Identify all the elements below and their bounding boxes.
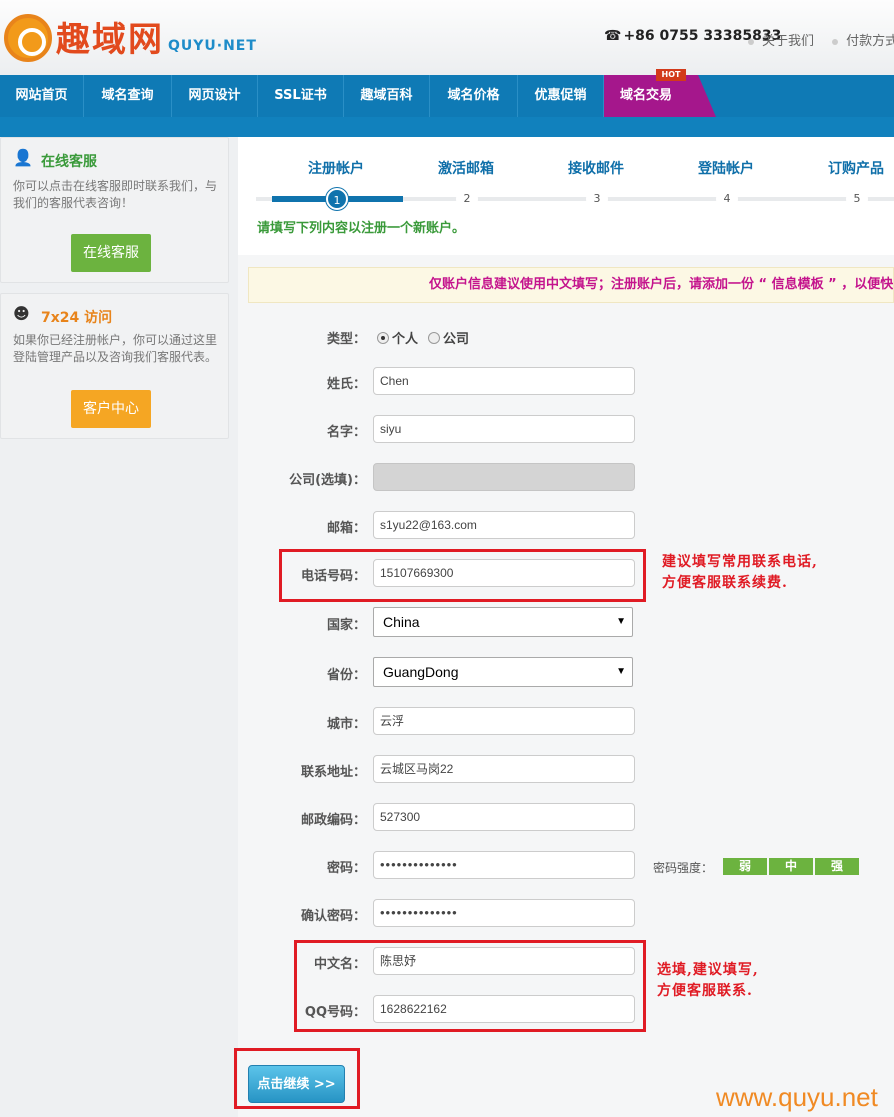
confirm-password-input[interactable]: •••••••••••••• xyxy=(373,899,635,927)
customer-center-title: 7x24 访问 xyxy=(41,310,113,326)
radio-company-label: 公司 xyxy=(443,332,470,347)
agent-icon: 👤 xyxy=(13,148,33,167)
radio-company[interactable]: 公司 xyxy=(428,328,469,347)
nav-promo[interactable]: 优惠促销 xyxy=(518,75,604,117)
optional-note-line-1: 选填,建议填写, xyxy=(657,962,759,978)
confirm-password-label: 确认密码： xyxy=(300,909,366,924)
email-label: 邮箱： xyxy=(326,521,366,536)
continue-button[interactable]: 点击继续 >> xyxy=(248,1065,345,1103)
hot-badge: HOT xyxy=(656,69,686,81)
phone-note-line-1: 建议填写常用联系电话, xyxy=(662,554,818,570)
radio-personal[interactable]: 个人 xyxy=(377,328,418,347)
strength-medium: 中 xyxy=(769,858,813,875)
online-service-text: 你可以点击在线客服即时联系我们，与我们的客服代表咨询！ xyxy=(13,179,218,210)
dropdown-arrow-icon: ▼ xyxy=(616,616,626,627)
step-label-login: 登陆帐户 xyxy=(698,161,754,177)
online-service-button[interactable]: 在线客服 xyxy=(71,234,151,272)
email-input[interactable]: s1yu22@163.com xyxy=(373,511,635,539)
site-logo[interactable]: 趣域网 QUYU·NET xyxy=(4,10,274,65)
top-links: 关于我们 付款方式 xyxy=(748,30,894,49)
country-select[interactable]: China ▼ xyxy=(373,607,633,637)
step-dot-4: 4 xyxy=(716,188,738,210)
nav-underline-strip xyxy=(0,117,894,137)
optional-note: 选填,建议填写, 方便客服联系. xyxy=(657,960,759,1002)
about-link[interactable]: 关于我们 xyxy=(748,34,814,49)
logo-subtext: QUYU·NET xyxy=(168,38,257,54)
step-label-register: 注册帐户 xyxy=(308,161,364,177)
optional-highlight-box xyxy=(294,940,646,1032)
phone-note: 建议填写常用联系电话, 方便客服联系续费. xyxy=(662,552,818,594)
password-input[interactable]: •••••••••••••• xyxy=(373,851,635,879)
type-label: 类型： xyxy=(326,332,366,347)
logo-q-icon xyxy=(4,14,52,62)
given-name-input[interactable]: siyu xyxy=(373,415,635,443)
form-hint: 请填写下列内容以注册一个新账户。 xyxy=(257,221,466,236)
online-service-title: 在线客服 xyxy=(41,154,97,170)
address-input[interactable]: 云城区马岗22 xyxy=(373,755,635,783)
city-input[interactable]: 云浮 xyxy=(373,707,635,735)
nav-home[interactable]: 网站首页 xyxy=(0,75,84,117)
step-label-receive: 接收邮件 xyxy=(568,161,624,177)
address-label: 联系地址： xyxy=(300,765,366,780)
phone-icon: ☎ xyxy=(604,28,622,44)
logo-text: 趣域网 xyxy=(56,20,164,60)
nav-domain-trade[interactable]: 域名交易 xyxy=(604,75,716,117)
country-value: China xyxy=(383,614,420,630)
info-notice: 仅账户信息建议使用中文填写；注册账户后，请添加一份 “ 信息模板 ” ，以便快速 xyxy=(248,267,894,303)
online-service-panel: 👤 在线客服 你可以点击在线客服即时联系我们，与我们的客服代表咨询！ 在线客服 xyxy=(0,137,229,283)
company-label: 公司(选填)： xyxy=(289,473,366,488)
customer-center-text: 如果你已经注册帐户，你可以通过这里登陆管理产品以及咨询我们客服代表。 xyxy=(13,333,218,364)
step-label-activate: 激活邮箱 xyxy=(438,161,494,177)
surname-label: 姓氏： xyxy=(326,377,366,392)
zip-label: 邮政编码： xyxy=(300,813,366,828)
company-input[interactable] xyxy=(373,463,635,491)
watermark: www.quyu.net xyxy=(716,1082,878,1112)
province-label: 省份： xyxy=(326,668,366,683)
surname-input[interactable]: Chen xyxy=(373,367,635,395)
dropdown-arrow-icon: ▼ xyxy=(616,666,626,677)
phone-note-line-2: 方便客服联系续费. xyxy=(662,575,788,591)
radio-checked-icon xyxy=(377,332,389,344)
nav-ssl[interactable]: SSL证书 xyxy=(258,75,344,117)
nav-pricing[interactable]: 域名价格 xyxy=(430,75,518,117)
country-label: 国家： xyxy=(326,618,366,633)
nav-wiki[interactable]: 趣域百科 xyxy=(344,75,430,117)
nav-web-design[interactable]: 网页设计 xyxy=(172,75,258,117)
zip-input[interactable]: 527300 xyxy=(373,803,635,831)
password-label: 密码： xyxy=(326,861,366,876)
phone-highlight-box xyxy=(279,549,646,602)
customer-center-panel: ☻ 7x24 访问 如果你已经注册帐户，你可以通过这里登陆管理产品以及咨询我们客… xyxy=(0,293,229,439)
strength-label: 密码强度： xyxy=(653,861,714,875)
step-label-order: 订购产品 xyxy=(828,161,884,177)
radio-unchecked-icon xyxy=(428,332,440,344)
strength-strong: 强 xyxy=(815,858,859,875)
optional-note-line-2: 方便客服联系. xyxy=(657,983,753,999)
payment-link[interactable]: 付款方式 xyxy=(832,34,894,49)
radio-personal-label: 个人 xyxy=(392,332,419,347)
step-dot-1: 1 xyxy=(326,188,348,210)
province-value: GuangDong xyxy=(383,664,459,680)
strength-weak: 弱 xyxy=(723,858,767,875)
step-dot-3: 3 xyxy=(586,188,608,210)
province-select[interactable]: GuangDong ▼ xyxy=(373,657,633,687)
step-dot-2: 2 xyxy=(456,188,478,210)
main-nav: 网站首页 域名查询 网页设计 SSL证书 趣域百科 域名价格 优惠促销 域名交易 xyxy=(0,75,894,117)
headset-icon: ☻ xyxy=(13,304,30,323)
city-label: 城市： xyxy=(326,717,366,732)
given-name-label: 名字： xyxy=(326,425,366,440)
site-header: 趣域网 QUYU·NET ☎ +86 0755 33385833 关于我们 付款方… xyxy=(0,0,894,75)
step-dot-5: 5 xyxy=(846,188,868,210)
customer-center-button[interactable]: 客户中心 xyxy=(71,390,151,428)
nav-domain-search[interactable]: 域名查询 xyxy=(84,75,172,117)
